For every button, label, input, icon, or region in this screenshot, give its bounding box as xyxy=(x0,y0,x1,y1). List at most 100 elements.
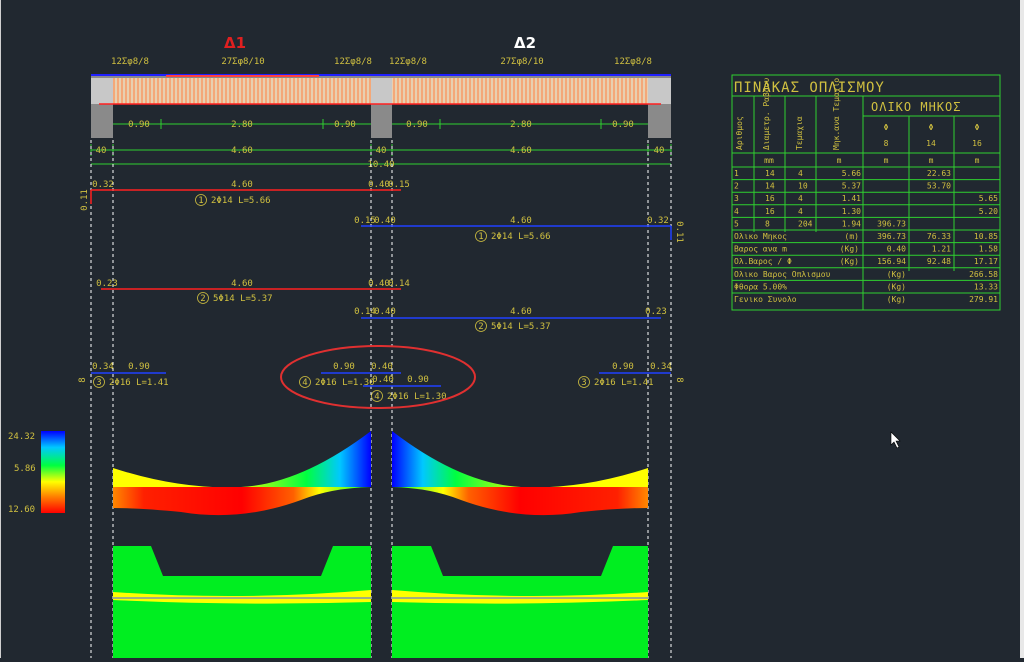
bar-dim: 4.60 xyxy=(231,279,253,289)
dim-value: 0.90 xyxy=(128,120,150,130)
dim-value: 40 xyxy=(376,146,387,156)
legend-max: 24.32 xyxy=(8,432,35,442)
dimension-row-2: 40 4.60 40 4.60 40 10.40 xyxy=(90,144,672,170)
span-title-d2: Δ2 xyxy=(514,34,536,52)
table-col-header: Αριθμος xyxy=(735,116,744,150)
bar-dim: 0.32 xyxy=(92,180,114,190)
moment-diagram xyxy=(113,431,648,516)
shear-diagram xyxy=(113,546,648,658)
bar-label: 2Φ14 L=5.66 xyxy=(211,196,271,206)
bar-dim: 0.23 xyxy=(645,307,667,317)
bar-dim: 0.90 xyxy=(612,362,634,372)
summary-value: 156.94 xyxy=(877,257,906,266)
table-cell: 5 xyxy=(734,219,739,228)
table-col-header: Μηκ.ανα Τεμαχιο xyxy=(832,78,841,150)
bar-dim: 0.40 xyxy=(374,216,396,226)
dim-total: 10.40 xyxy=(367,160,394,170)
table-cell: 16 xyxy=(765,194,775,203)
rebar-detail-8[interactable]: 0.90 0.34 8 3 2Φ16 L=1.41 xyxy=(578,362,685,388)
total-value: 279.91 xyxy=(969,295,998,304)
bar-dim: 0.14 xyxy=(388,279,410,289)
bar-dim: 0.23 xyxy=(96,279,118,289)
bar-dim: 0.15 xyxy=(354,216,376,226)
bar-dim: 8 xyxy=(674,377,684,382)
table-cell: 5.20 xyxy=(979,207,998,216)
summary-unit: (Kg) xyxy=(840,245,859,254)
table-cell: 1 xyxy=(734,169,739,178)
dim-value: 0.90 xyxy=(406,120,428,130)
summary-label: Βαρος ανα m xyxy=(734,245,787,254)
reinforcement-table[interactable]: ΠΙΝΑΚΑΣ ΟΠΛΙΣΜΟΥ ΟΛΙΚΟ ΜΗΚΟΣ Αριθμος Δια… xyxy=(731,74,1001,311)
stirrup-label: 12Σφ8/8 xyxy=(389,57,427,67)
total-unit: (Kg) xyxy=(887,295,906,304)
summary-value: 0.40 xyxy=(887,245,906,254)
table-cell: 22.63 xyxy=(927,169,951,178)
table-cell: 2 xyxy=(734,182,739,191)
bar-dim: 0.40 xyxy=(371,362,393,372)
table-col-header: Διαμετρ. Ραβδου xyxy=(762,78,771,150)
summary-value: 1.58 xyxy=(979,245,998,254)
summary-unit: (Kg) xyxy=(840,257,859,266)
bar-dim: 0.90 xyxy=(128,362,150,372)
summary-value: 17.17 xyxy=(974,257,998,266)
table-cell: 5.37 xyxy=(842,182,861,191)
summary-value: 92.48 xyxy=(927,257,951,266)
rebar-detail-7[interactable]: 0.40 0.90 4 2Φ16 L=1.30 xyxy=(363,375,447,402)
bar-dim: 4.60 xyxy=(231,180,253,190)
bar-number: 1 xyxy=(478,232,483,242)
rebar-detail-3[interactable]: 0.23 4.60 0.40 0.14 2 5Φ14 L=5.37 xyxy=(96,279,410,304)
total-unit: (Kg) xyxy=(887,282,906,291)
bar-number: 4 xyxy=(302,378,307,388)
bar-dim: 4.60 xyxy=(510,307,532,317)
mouse-cursor-icon xyxy=(890,431,901,449)
summary-label: Ολ.Βαρος / Φ xyxy=(734,257,792,266)
table-col-header: Τεμαχια xyxy=(795,116,804,150)
bar-number: 2 xyxy=(478,322,483,332)
bar-dim: 0.11 xyxy=(674,221,684,243)
table-cell: 1.41 xyxy=(842,194,861,203)
table-unit: mm xyxy=(764,156,774,165)
dim-value: 4.60 xyxy=(231,146,253,156)
dim-value: 2.80 xyxy=(231,120,253,130)
table-cell: 4 xyxy=(798,169,803,178)
beam-drawing[interactable]: Δ1 Δ2 12Σφ8/8 27Σφ8/10 12Σφ8/8 12Σφ8/8 2… xyxy=(1,0,1023,658)
bar-dim: 0.11 xyxy=(80,189,90,211)
rebar-detail-1[interactable]: 0.32 4.60 0.40 0.15 0.11 1 2Φ14 L=5.66 xyxy=(80,180,410,211)
beam-elevation xyxy=(91,74,671,138)
bar-dim: 8 xyxy=(78,377,88,382)
table-unit: m xyxy=(884,156,889,165)
table-cell: 5.66 xyxy=(842,169,861,178)
bar-dim: 0.40 xyxy=(368,180,390,190)
table-cell: 8 xyxy=(765,219,770,228)
bar-dim: 0.32 xyxy=(647,216,669,226)
dim-value: 4.60 xyxy=(510,146,532,156)
total-label: Φθορα 5.00% xyxy=(734,282,787,291)
summary-unit: (m) xyxy=(845,232,859,241)
dim-value: 2.80 xyxy=(510,120,532,130)
dim-value: 40 xyxy=(654,146,665,156)
table-cell: 5.65 xyxy=(979,194,998,203)
bar-dim: 0.90 xyxy=(333,362,355,372)
cad-canvas[interactable]: Δ1 Δ2 12Σφ8/8 27Σφ8/10 12Σφ8/8 12Σφ8/8 2… xyxy=(0,0,1024,658)
rebar-detail-4[interactable]: 0.14 0.40 4.60 0.23 2 5Φ14 L=5.37 xyxy=(354,307,667,332)
table-cell: 1.30 xyxy=(842,207,861,216)
bar-label: 2Φ16 L=1.41 xyxy=(594,378,654,388)
total-unit: (Kg) xyxy=(887,270,906,279)
bar-dim: 0.40 xyxy=(368,279,390,289)
table-cell: 4 xyxy=(798,207,803,216)
total-value: 13.33 xyxy=(974,282,998,291)
bar-number: 1 xyxy=(198,196,203,206)
rebar-detail-5[interactable]: 0.34 0.90 8 3 2Φ16 L=1.41 xyxy=(78,362,169,388)
table-diam: 16 xyxy=(972,139,982,148)
table-diam: 8 xyxy=(884,139,889,148)
bar-dim: 0.90 xyxy=(407,375,429,385)
bar-number: 4 xyxy=(374,392,379,402)
summary-label: Ολικο Μηκος xyxy=(734,232,787,241)
stirrup-label: 12Σφ8/8 xyxy=(334,57,372,67)
table-cell: 1.94 xyxy=(842,219,861,228)
rebar-detail-2[interactable]: 0.15 0.40 4.60 0.32 0.11 1 2Φ14 L=5.66 xyxy=(354,216,684,243)
table-cell: 204 xyxy=(798,219,813,228)
bar-dim: 0.34 xyxy=(650,362,672,372)
summary-value: 10.85 xyxy=(974,232,998,241)
bar-number: 3 xyxy=(96,378,101,388)
